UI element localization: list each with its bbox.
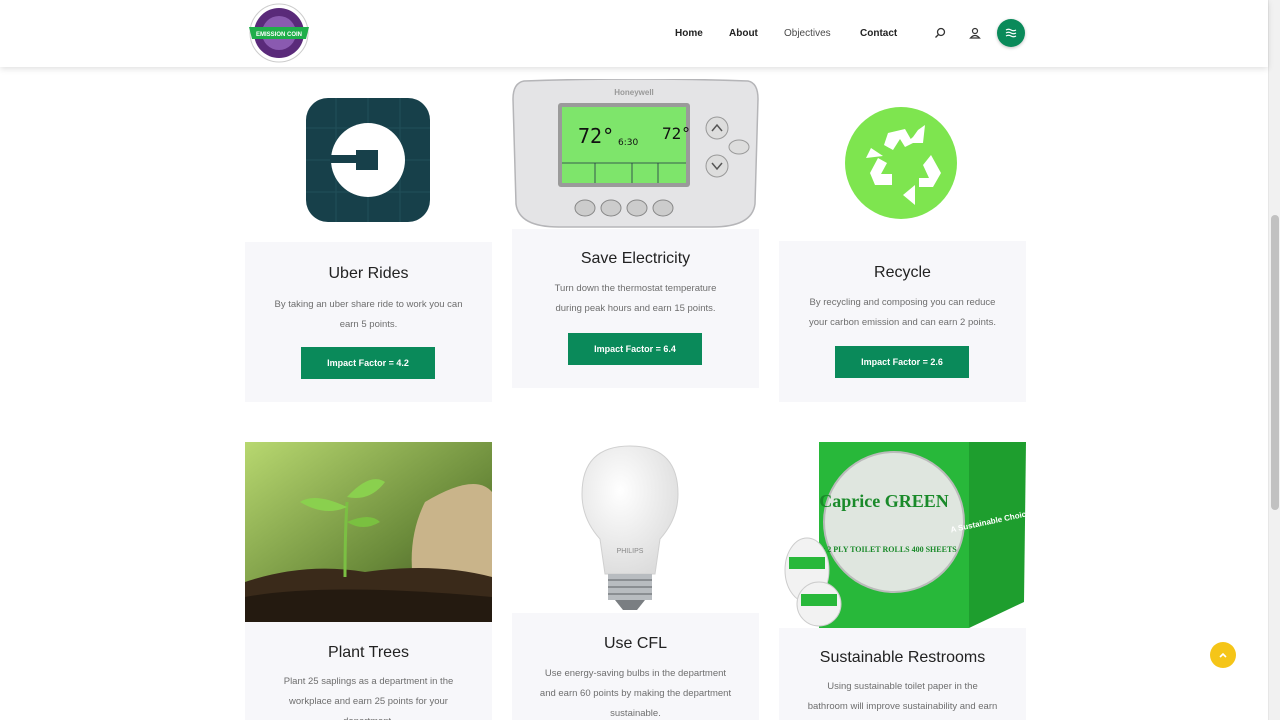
thermostat-display: 72° (578, 124, 614, 148)
site-logo[interactable]: EMISSION COIN (246, 3, 312, 63)
card-title: Use CFL (603, 635, 668, 652)
card-title: Uber Rides (328, 265, 409, 282)
nav-about[interactable]: About (729, 28, 758, 39)
site-header: EMISSION COIN Home About Objectives Cont… (0, 0, 1268, 67)
card-text: Use energy-saving bulbs in the departmen… (512, 664, 759, 720)
card-title: Plant Trees (328, 644, 409, 661)
light-bulb-image: PHILIPS (575, 444, 685, 614)
card-title: Recycle (874, 264, 931, 281)
impact-factor-button[interactable]: Impact Factor = 2.6 (835, 346, 969, 378)
scrollbar-thumb[interactable] (1271, 215, 1279, 510)
card-text-line: Plant 25 saplings as a department in the (283, 676, 454, 687)
card-text: Plant 25 saplings as a department in the… (245, 672, 492, 720)
recycle-image (843, 103, 959, 223)
card-uber-rides: Uber Rides By taking an uber share ride … (245, 242, 492, 402)
card-use-cfl: Use CFL Use energy-saving bulbs in the d… (512, 613, 759, 720)
card-text-line: during peak hours and earn 15 points. (555, 303, 716, 314)
logo-text: EMISSION COIN (256, 32, 302, 38)
nav-home[interactable]: Home (675, 28, 703, 39)
card-text-line: bathroom will improve sustainability and… (807, 701, 998, 712)
card-sustainable-restrooms: Sustainable Restrooms Using sustainable … (779, 628, 1026, 720)
card-text-line: By taking an uber share ride to work you… (274, 299, 463, 310)
thermostat-brand: Honeywell (614, 88, 654, 97)
svg-text:6:30: 6:30 (618, 138, 638, 148)
card-title: Sustainable Restrooms (819, 649, 986, 666)
card-title: Save Electricity (580, 250, 691, 267)
sapling-image (245, 442, 492, 622)
user-icon[interactable] (966, 24, 984, 42)
card-text-line: earn 5 points. (339, 319, 398, 330)
card-text-line: Use energy-saving bulbs in the departmen… (544, 668, 727, 679)
card-text-line: sustainable. (610, 708, 661, 719)
card-recycle: Recycle By recycling and composing you c… (779, 241, 1026, 402)
nav-contact[interactable]: Contact (860, 28, 897, 39)
impact-factor-button[interactable]: Impact Factor = 4.2 (301, 347, 435, 379)
card-save-electricity: Save Electricity Turn down the thermosta… (512, 229, 759, 388)
card-text-line: workplace and earn 25 points for your (289, 696, 448, 707)
card-text-line: Turn down the thermostat temperature (554, 283, 717, 294)
svg-text:72°: 72° (662, 124, 691, 143)
card-text-line: and earn 60 points by making the departm… (539, 688, 732, 699)
card-text-line: your carbon emission and can earn 2 poin… (809, 317, 996, 328)
card-text-line: Using sustainable toilet paper in the (827, 681, 978, 692)
card-text-line: department. (263, 712, 474, 720)
box-sub: 48 x 2 PLY TOILET ROLLS 400 SHEETS (811, 545, 957, 554)
bulb-brand: PHILIPS (617, 548, 644, 555)
box-brand: Caprice GREEN (819, 491, 949, 511)
card-text: By recycling and composing you can reduc… (779, 293, 1026, 333)
thermostat-image: Honeywell 72° 6:30 72° (512, 79, 759, 229)
impact-factor-button[interactable]: Impact Factor = 6.4 (568, 333, 702, 365)
scrollbar[interactable] (1268, 0, 1280, 720)
card-text: By taking an uber share ride to work you… (245, 295, 492, 335)
card-plant-trees: Plant Trees Plant 25 saplings as a depar… (245, 622, 492, 720)
toilet-paper-image: Caprice GREEN 48 x 2 PLY TOILET ROLLS 40… (779, 442, 1026, 628)
card-text: Using sustainable toilet paper in the ba… (779, 677, 1026, 717)
search-icon[interactable] (931, 24, 949, 42)
menu-icon[interactable] (997, 19, 1025, 47)
chevron-up-icon[interactable] (1210, 642, 1236, 668)
card-text-line: By recycling and composing you can reduc… (809, 297, 996, 308)
uber-logo-image (306, 98, 430, 222)
nav-objectives[interactable]: Objectives (784, 28, 831, 39)
card-text: Turn down the thermostat temperature dur… (512, 279, 759, 319)
